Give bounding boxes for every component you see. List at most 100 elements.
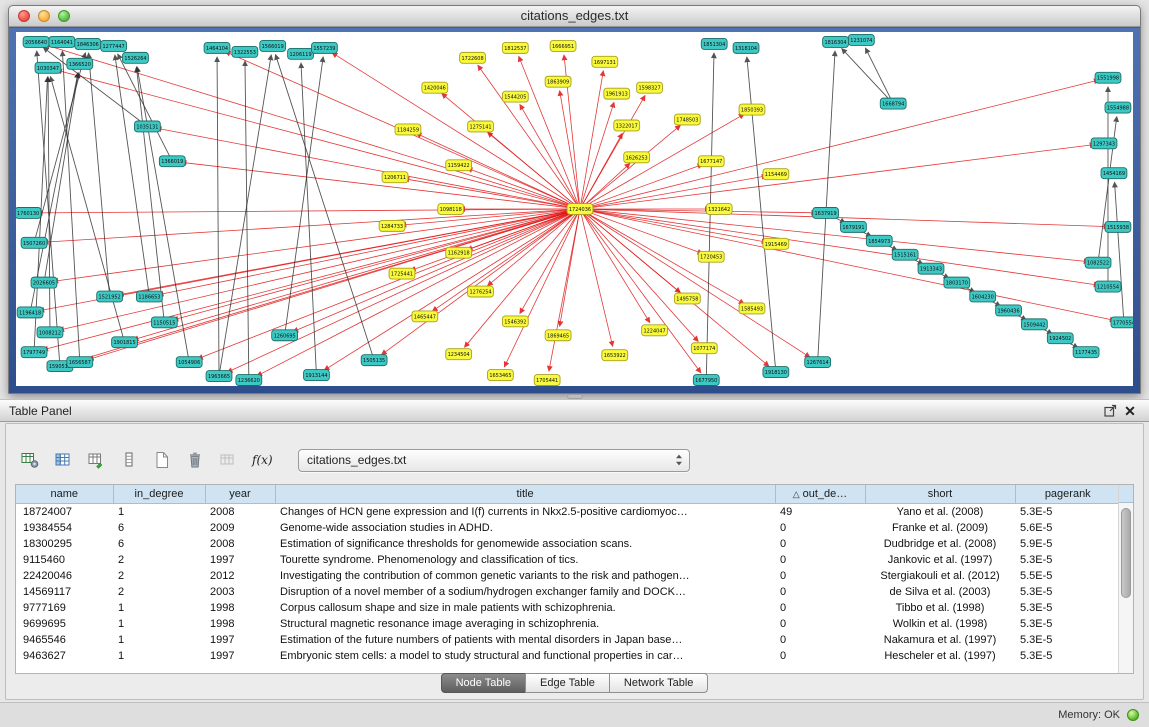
column-visibility-button[interactable] — [49, 447, 77, 473]
close-window-button[interactable] — [18, 10, 30, 22]
cell-in_degree[interactable]: 1 — [113, 503, 205, 520]
graph-node[interactable]: 1854973 — [866, 235, 892, 246]
graph-node[interactable]: 1546392 — [502, 316, 528, 327]
graph-node[interactable]: 1206711 — [382, 172, 408, 183]
cell-pagerank[interactable]: 5.3E-5 — [1015, 552, 1120, 568]
cell-short[interactable]: Jankovic et al. (1997) — [865, 552, 1015, 568]
cell-year[interactable]: 1997 — [205, 552, 275, 568]
cell-year[interactable]: 2009 — [205, 520, 275, 536]
column-header-pagerank[interactable]: pagerank — [1015, 485, 1120, 503]
cell-year[interactable]: 1997 — [205, 648, 275, 664]
graph-node[interactable]: 1961913 — [604, 88, 630, 99]
graph-edge[interactable] — [257, 209, 580, 376]
cell-name[interactable]: 9777169 — [16, 600, 113, 616]
cell-out_degree[interactable]: 0 — [775, 648, 865, 664]
graph-node[interactable]: 1260695 — [272, 330, 298, 341]
cell-title[interactable]: Disruption of a novel member of a sodium… — [275, 584, 775, 600]
graph-node[interactable]: 1913343 — [918, 263, 944, 274]
graph-node[interactable]: 1760130 — [16, 208, 41, 219]
graph-edge[interactable] — [136, 67, 164, 323]
cell-in_degree[interactable]: 1 — [113, 600, 205, 616]
table-row[interactable]: 911546021997Tourette syndrome. Phenomeno… — [16, 552, 1120, 568]
cell-short[interactable]: Stergiakouli et al. (2012) — [865, 568, 1015, 584]
graph-node[interactable]: 1186653 — [136, 291, 162, 302]
cell-short[interactable]: Dudbridge et al. (2008) — [865, 536, 1015, 552]
cell-in_degree[interactable]: 6 — [113, 520, 205, 536]
cell-year[interactable]: 2012 — [205, 568, 275, 584]
table-row[interactable]: 977716911998Corpus callosum shape and si… — [16, 600, 1120, 616]
graph-node[interactable]: 1098118 — [438, 204, 464, 215]
graph-node[interactable]: 1604230 — [970, 291, 996, 302]
column-header-in-degree[interactable]: in_degree — [113, 485, 205, 503]
scrollbar-thumb[interactable] — [1121, 508, 1131, 598]
table-row[interactable]: 946362711997Embryonic stem cells: a mode… — [16, 648, 1120, 664]
column-header-name[interactable]: name — [16, 485, 113, 503]
edit-table-button[interactable] — [82, 447, 110, 473]
graph-node[interactable]: 1159422 — [446, 160, 472, 171]
graph-edge[interactable] — [580, 209, 698, 342]
graph-node[interactable]: 1035131 — [134, 121, 160, 132]
graph-node[interactable]: 1177435 — [1073, 347, 1099, 358]
cell-pagerank[interactable]: 5.3E-5 — [1015, 616, 1120, 632]
graph-node[interactable]: 1154469 — [763, 169, 789, 180]
graph-node[interactable]: 1420046 — [422, 82, 448, 93]
graph-edge[interactable] — [580, 209, 613, 346]
graph-node[interactable]: 1321642 — [706, 204, 732, 215]
graph-node[interactable]: 1812537 — [502, 42, 528, 53]
row-selection-button[interactable] — [115, 447, 143, 473]
graph-node[interactable]: 1077174 — [691, 343, 717, 354]
cell-title[interactable]: Structural magnetic resonance image aver… — [275, 616, 775, 632]
cell-name[interactable]: 9463627 — [16, 648, 113, 664]
cell-title[interactable]: Changes of HCN gene expression and I(f) … — [275, 503, 775, 520]
cell-in_degree[interactable]: 2 — [113, 568, 205, 584]
cell-short[interactable]: Yano et al. (2008) — [865, 503, 1015, 520]
graph-edge[interactable] — [275, 54, 374, 360]
window-titlebar[interactable]: citations_edges.txt — [9, 6, 1140, 27]
graph-node[interactable]: 1697131 — [592, 56, 618, 67]
cell-out_degree[interactable]: 0 — [775, 536, 865, 552]
graph-edge[interactable] — [467, 168, 580, 209]
cell-title[interactable]: Corpus callosum shape and size in male p… — [275, 600, 775, 616]
cell-short[interactable]: Wolkin et al. (1998) — [865, 616, 1015, 632]
cell-out_degree[interactable]: 49 — [775, 503, 865, 520]
graph-node[interactable]: 1515938 — [1105, 221, 1131, 232]
graph-node[interactable]: 1851304 — [701, 38, 727, 49]
graph-node[interactable]: 1526264 — [123, 52, 149, 63]
cell-in_degree[interactable]: 2 — [113, 552, 205, 568]
graph-node[interactable]: 1677147 — [698, 156, 724, 167]
graph-node[interactable]: 1275141 — [468, 121, 494, 132]
graph-node[interactable]: 1653922 — [602, 350, 628, 361]
graph-node[interactable]: 1236620 — [236, 375, 262, 386]
graph-node[interactable]: 1297343 — [1091, 138, 1117, 149]
graph-node[interactable]: 1082522 — [1085, 257, 1111, 268]
cell-out_degree[interactable]: 0 — [775, 520, 865, 536]
cell-pagerank[interactable]: 5.3E-5 — [1015, 648, 1120, 664]
graph-node[interactable]: 2056640 — [23, 36, 49, 47]
tab-edge-table[interactable]: Edge Table — [525, 673, 610, 693]
graph-node[interactable]: 1284733 — [379, 220, 405, 231]
cell-year[interactable]: 1998 — [205, 600, 275, 616]
graph-edge[interactable] — [865, 48, 893, 104]
cell-pagerank[interactable]: 5.9E-5 — [1015, 536, 1120, 552]
cell-out_degree[interactable]: 0 — [775, 568, 865, 584]
table-vertical-scrollbar[interactable] — [1118, 485, 1133, 673]
graph-node[interactable]: 1850393 — [739, 104, 765, 115]
graph-node[interactable]: 1322553 — [232, 46, 258, 57]
graph-node[interactable]: 1318104 — [733, 42, 759, 53]
graph-edge[interactable] — [706, 53, 714, 380]
table-row[interactable]: 2242004622012Investigating the contribut… — [16, 568, 1120, 584]
graph-edge[interactable] — [580, 209, 701, 373]
graph-edge[interactable] — [88, 209, 580, 360]
column-header-title[interactable]: title — [275, 485, 775, 503]
graph-node[interactable]: 1626253 — [624, 152, 650, 163]
graph-edge[interactable] — [404, 179, 580, 209]
graph-node[interactable]: 1797749 — [21, 347, 47, 358]
graph-node[interactable]: 1162918 — [446, 247, 472, 258]
graph-node[interactable]: 1557239 — [311, 42, 337, 53]
graph-edge[interactable] — [416, 133, 580, 209]
graph-node[interactable]: 1276254 — [468, 286, 494, 297]
graph-node[interactable]: 1231074 — [848, 34, 874, 45]
graph-node[interactable]: 1150515 — [151, 317, 177, 328]
cell-short[interactable]: Nakamura et al. (1997) — [865, 632, 1015, 648]
graph-node[interactable]: 1846306 — [75, 38, 101, 49]
